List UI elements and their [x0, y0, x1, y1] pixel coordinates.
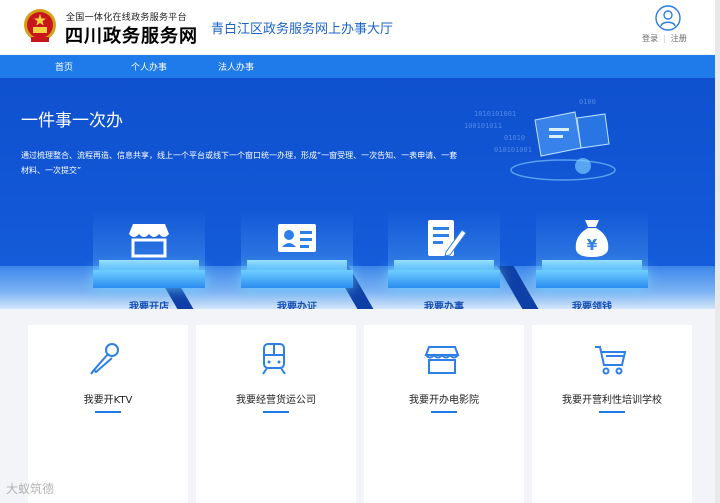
shop-icon	[129, 224, 169, 258]
platform-label: 我要开店	[129, 302, 169, 309]
nav-item-personal[interactable]: 个人办事	[131, 60, 167, 73]
id-card-icon	[278, 224, 316, 252]
service-card-cinema[interactable]: 我要开办电影院	[364, 325, 524, 503]
service-card-label: 我要开办电影院	[409, 395, 479, 406]
platform-base	[388, 270, 500, 288]
card-underline	[599, 411, 625, 413]
service-card-ktv[interactable]: 我要开KTV	[28, 325, 188, 503]
service-card-training-school[interactable]: 我要开营利性培训学校	[532, 325, 692, 503]
microphone-icon	[90, 343, 119, 375]
site-header: 全国一体化在线政务服务平台 四川政务服务网 青白江区政务服务网上办事大厅 登录 |…	[0, 0, 720, 54]
hall-title: 青白江区政务服务网上办事大厅	[211, 22, 394, 37]
nav-item-corporate[interactable]: 法人办事	[218, 60, 254, 73]
scrollbar[interactable]	[715, 0, 720, 503]
banner: 一件事一次办 通过梳理整合、流程再造、信息共享，线上一个平台或线下一个窗口统一办…	[0, 78, 715, 309]
platform-label: 我要领钱	[572, 302, 612, 309]
platform-base	[536, 270, 648, 288]
train-icon	[262, 343, 286, 375]
service-card-label: 我要经营货运公司	[236, 395, 316, 406]
money-bag-icon: ¥	[575, 220, 609, 257]
card-underline	[95, 411, 121, 413]
banner-title: 一件事一次办	[21, 111, 123, 131]
document-edit-icon	[428, 220, 466, 257]
platform-base	[93, 270, 205, 288]
cart-icon	[595, 346, 627, 375]
platform-label: 我要办证	[277, 302, 317, 309]
platform-label: 我要办事	[424, 302, 464, 309]
platform-do-affairs[interactable]: 我要办事	[388, 210, 500, 309]
service-card-label: 我要开KTV	[83, 395, 133, 406]
auth-links: 登录 | 注册	[642, 33, 687, 44]
card-underline	[263, 411, 289, 413]
register-link[interactable]: 注册	[671, 34, 687, 43]
auth-separator: |	[663, 34, 666, 43]
platform-get-license[interactable]: 我要办证	[241, 210, 353, 309]
login-link[interactable]: 登录	[642, 34, 658, 43]
service-card-freight[interactable]: 我要经营货运公司	[196, 325, 356, 503]
platform-open-shop[interactable]: 我要开店	[93, 210, 205, 309]
card-underline	[431, 411, 457, 413]
nav-item-home[interactable]: 首页	[55, 60, 73, 73]
portal-name: 四川政务服务网	[65, 26, 198, 47]
national-emblem-icon	[24, 9, 56, 42]
banner-description: 通过梳理整合、流程再造、信息共享，线上一个平台或线下一个窗口统一办理，形成“一窗…	[21, 151, 458, 175]
user-avatar-icon[interactable]	[655, 5, 681, 31]
svg-text:¥: ¥	[587, 236, 598, 254]
main-nav: 首页 个人办事 法人办事	[0, 55, 715, 78]
platform-base	[241, 270, 353, 288]
tech-devices-illustration	[510, 111, 616, 181]
service-card-label: 我要开营利性培训学校	[562, 395, 662, 406]
shop-icon	[424, 346, 460, 374]
watermark: 大蚁筑德	[6, 482, 55, 496]
platform-get-money[interactable]: ¥ 我要领钱	[536, 210, 648, 309]
